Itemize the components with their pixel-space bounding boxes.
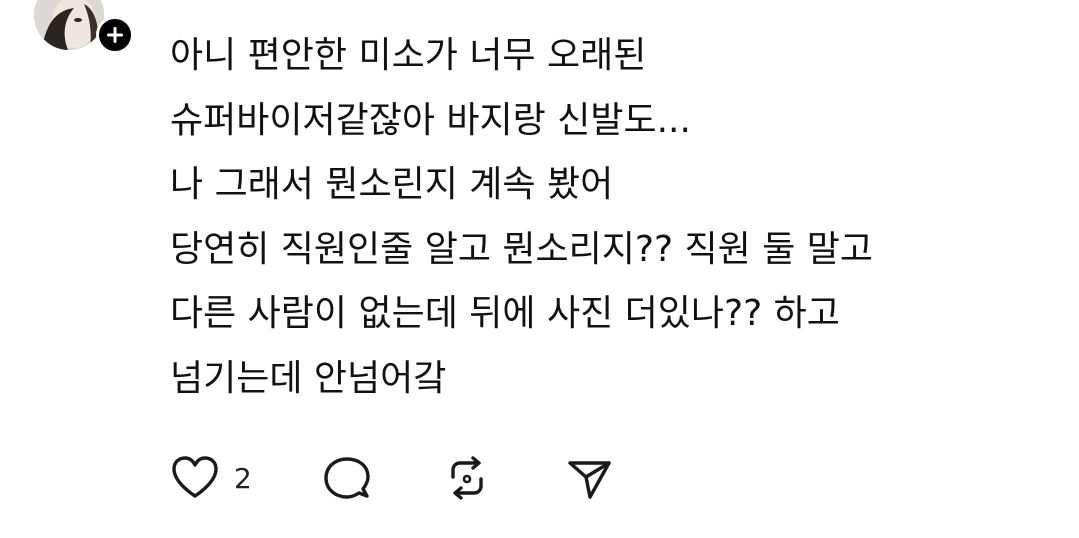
post-text-line: 다른 사람이 없는데 뒤에 사진 더있나?? 하고 [170,293,840,334]
like-button[interactable]: 2 [170,455,252,501]
post-text-line: 당연히 직원인줄 알고 뭔소리지?? 직원 둘 말고 [170,228,874,270]
follow-button[interactable] [96,16,134,54]
speech-bubble-icon [324,457,370,499]
heart-icon [172,456,218,498]
share-button[interactable] [564,455,614,501]
avatar[interactable] [34,0,104,50]
post-text-line: 나 그래서 뭔소린지 계속 봤어 [170,164,614,205]
post-body: 아니 편안한 미소가 너무 오래된 슈퍼바이저같잖아 바지랑 신발도... 나 … [170,24,1060,411]
post-actions: 2 [170,454,614,502]
repost-button[interactable] [442,455,492,501]
reply-button[interactable] [322,455,372,501]
post-text-line: 넘기는데 안넘어갘 [170,357,447,399]
plus-icon [107,27,123,43]
author-avatar-area [34,0,134,54]
like-count: 2 [234,461,252,495]
post-text-line: 슈퍼바이저같잖아 바지랑 신발도... [170,99,691,141]
paper-plane-icon [568,461,611,499]
post-text-line: 아니 편안한 미소가 너무 오래된 [170,35,647,76]
repost-icon [451,456,483,500]
avatar-photo [34,0,104,50]
